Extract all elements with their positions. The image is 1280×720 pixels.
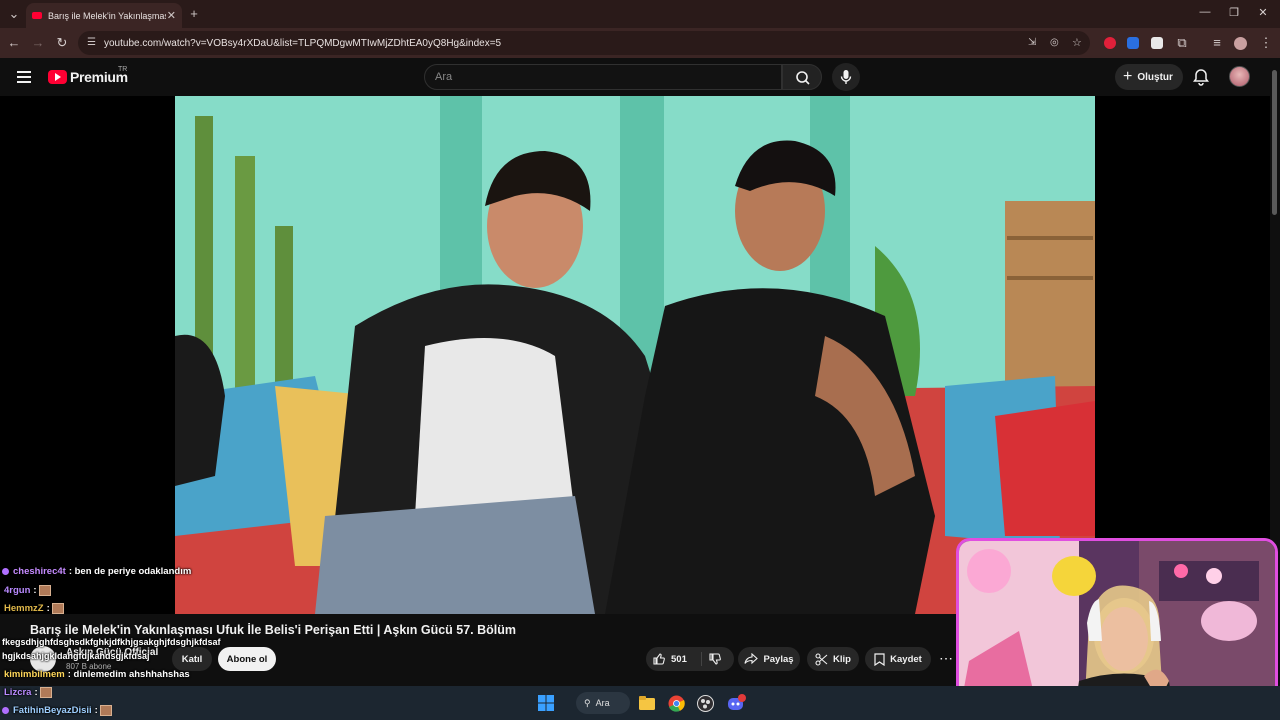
chat-message: kimimbilmem: dinlemedim ahshhahshas: [2, 669, 190, 680]
media-control-icon[interactable]: ≡: [1209, 35, 1225, 51]
chrome-icon[interactable]: [668, 695, 685, 712]
install-app-icon[interactable]: ⇲: [1028, 37, 1036, 48]
youtube-play-icon: [48, 70, 67, 84]
discord-icon[interactable]: [727, 694, 747, 712]
clip-button[interactable]: Klip: [807, 647, 859, 671]
taskbar-search-label: Ara: [595, 698, 610, 708]
browser-toolbar: ← → ↻ ☰ youtube.com/watch?v=VOBsy4rXDaU&…: [0, 28, 1280, 58]
extension-white-icon[interactable]: [1151, 37, 1163, 49]
chat-text: : ben de periye odaklandım: [68, 566, 192, 577]
restore-icon[interactable]: ❐: [1226, 6, 1242, 19]
eye-off-icon[interactable]: ◎: [1050, 37, 1059, 48]
chat-username: FatihinBeyazDisii: [13, 705, 92, 717]
chat-text: :: [46, 603, 50, 615]
scrollbar-thumb[interactable]: [1272, 70, 1277, 215]
microphone-icon: [840, 70, 852, 84]
chat-emote-icon: [51, 603, 64, 614]
chat-badge-icon: [2, 707, 9, 714]
search-input[interactable]: Ara: [424, 64, 782, 90]
bookmark-star-icon[interactable]: ☆: [1072, 36, 1082, 49]
chat-text: fkegsdhjghfdsghsdkfghkjdfkhjgsakghjfdsgh…: [2, 637, 221, 647]
hamburger-menu-icon[interactable]: [17, 71, 31, 83]
account-avatar[interactable]: [1229, 66, 1250, 87]
forward-arrow-icon[interactable]: →: [30, 35, 46, 51]
chat-message: FatihinBeyazDisii:: [2, 705, 112, 716]
plus-icon: +: [1123, 68, 1133, 85]
search-button[interactable]: [782, 64, 822, 90]
save-label: Kaydet: [890, 653, 922, 665]
chat-emote-icon: [99, 705, 112, 716]
file-explorer-icon[interactable]: [639, 696, 655, 710]
extensions-puzzle-icon[interactable]: ⧉: [1174, 35, 1190, 51]
chat-message: cheshirec4t: ben de periye odaklandım: [2, 566, 191, 577]
address-bar[interactable]: ☰ youtube.com/watch?v=VOBsy4rXDaU&list=T…: [78, 31, 1090, 55]
chat-username: 4rgun: [4, 585, 31, 597]
obs-icon[interactable]: [697, 695, 714, 712]
close-tab-icon[interactable]: ✕: [167, 9, 176, 22]
reload-icon[interactable]: ↻: [54, 35, 70, 51]
chat-text: hgjkdsahjgkldahgfdjkahdsgjkfdsaj: [2, 651, 150, 661]
notifications-bell-icon[interactable]: [1192, 68, 1210, 86]
save-button[interactable]: Kaydet: [865, 647, 931, 671]
url-text: youtube.com/watch?v=VOBsy4rXDaU&list=TLP…: [104, 37, 502, 49]
chat-text: : dinlemedim ahshhahshas: [67, 669, 190, 680]
create-label: Oluştur: [1137, 71, 1173, 83]
video-scene: [175, 96, 1095, 614]
chat-text: :: [34, 687, 38, 699]
chat-message: Lizcra:: [2, 687, 52, 698]
more-actions-icon[interactable]: ⋯: [939, 650, 953, 667]
chat-username: HemmzZ: [4, 603, 44, 615]
taskbar-search[interactable]: ⚲ Ara: [576, 692, 630, 714]
join-button[interactable]: Katıl: [172, 647, 212, 671]
video-title: Barış ile Melek'in Yakınlaşması Ufuk İle…: [30, 623, 517, 637]
site-info-icon[interactable]: ☰: [87, 37, 96, 48]
subscribe-button[interactable]: Abone ol: [218, 647, 276, 671]
like-count: 501: [671, 653, 687, 665]
browser-tab[interactable]: Barış ile Melek'in Yakınlaşması Ufuk İle…: [26, 3, 182, 28]
chat-text: :: [33, 585, 37, 597]
back-arrow-icon[interactable]: ←: [6, 35, 22, 51]
clip-label: Klip: [833, 653, 851, 665]
search-icon: [796, 71, 810, 85]
country-code: TR: [118, 66, 128, 73]
new-tab-button[interactable]: +: [186, 6, 202, 22]
youtube-premium-logo[interactable]: Premium TR: [48, 66, 128, 85]
create-button[interactable]: + Oluştur: [1115, 64, 1183, 90]
profile-avatar-icon[interactable]: [1234, 37, 1247, 50]
browser-menu-icon[interactable]: ⋮: [1258, 35, 1274, 51]
youtube-favicon-icon: [32, 12, 42, 19]
scissors-icon: [815, 652, 828, 666]
taskbar-search-icon: ⚲: [584, 697, 591, 708]
chat-message: HemmzZ:: [2, 603, 64, 614]
chat-message: hgjkdsahjgkldahgfdjkahdsgjkfdsaj: [2, 651, 150, 661]
like-dislike-group[interactable]: 501: [646, 647, 734, 671]
chat-username: kimimbilmem: [4, 669, 65, 680]
youtube-masthead: Premium TR Ara + Oluştur: [0, 58, 1270, 96]
thumbs-down-icon[interactable]: [708, 652, 722, 666]
voice-search-button[interactable]: [832, 63, 860, 91]
windows-start-icon[interactable]: [538, 695, 554, 711]
share-arrow-icon: [744, 653, 759, 665]
like-divider: [701, 652, 702, 666]
chat-badge-icon: [2, 567, 9, 575]
extension-red-icon[interactable]: [1104, 37, 1116, 49]
tab-title: Barış ile Melek'in Yakınlaşması Ufuk İle…: [48, 10, 166, 21]
chat-emote-icon: [39, 687, 52, 698]
save-bookmark-icon: [874, 652, 885, 666]
chat-text: :: [94, 705, 98, 717]
thumbs-up-icon[interactable]: [652, 652, 666, 666]
share-label: Paylaş: [763, 653, 794, 665]
chat-message: fkegsdhjghfdsghsdkfghkjdfkhjgsakghjfdsgh…: [2, 637, 221, 647]
tab-list-chevron-icon[interactable]: ⌄: [6, 6, 22, 22]
chat-username: Lizcra: [4, 687, 32, 699]
video-frame[interactable]: [175, 96, 1095, 614]
chat-emote-icon: [38, 585, 51, 596]
share-button[interactable]: Paylaş: [738, 647, 800, 671]
extension-blue-icon[interactable]: [1127, 37, 1139, 49]
window-close-icon[interactable]: ✕: [1255, 6, 1271, 19]
chat-username: cheshirec4t: [13, 566, 66, 577]
chat-message: 4rgun:: [2, 585, 51, 596]
minimize-icon[interactable]: —: [1197, 6, 1213, 18]
